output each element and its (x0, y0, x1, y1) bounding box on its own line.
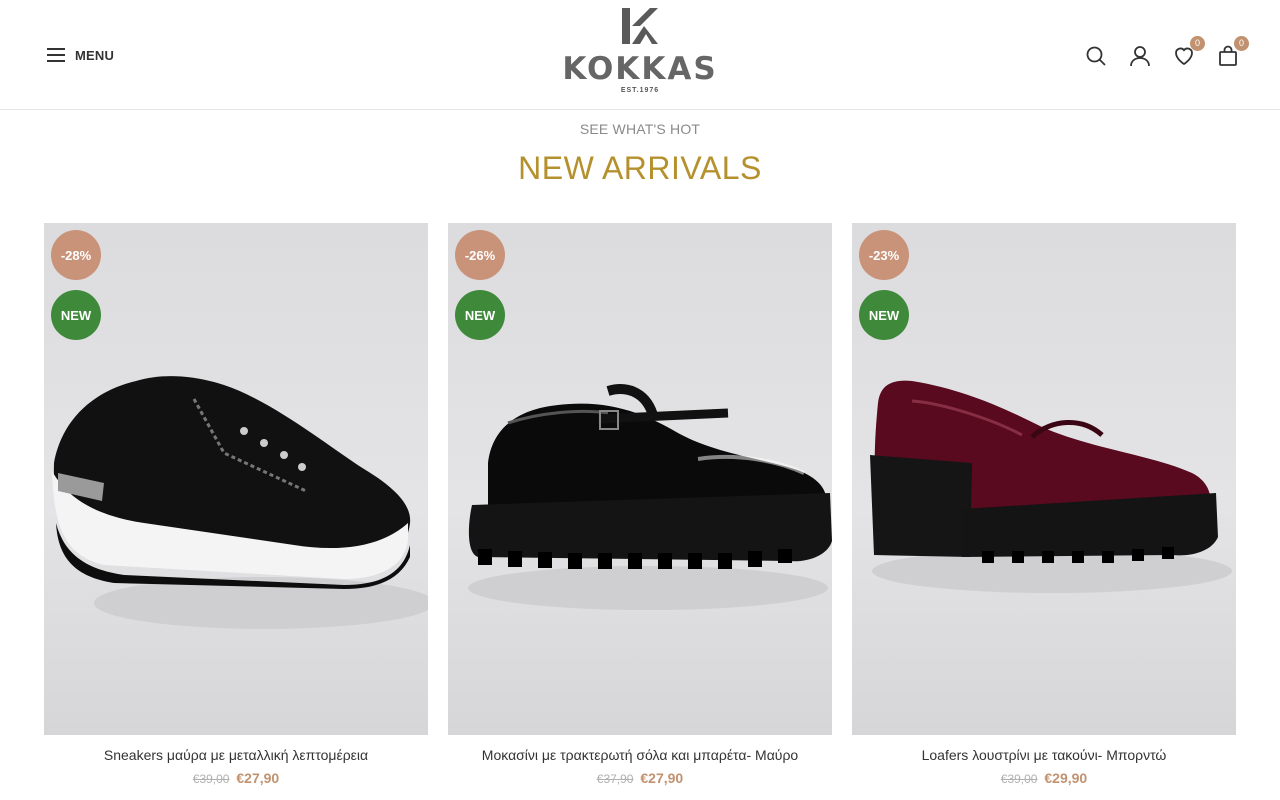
search-icon[interactable] (1084, 44, 1108, 68)
product-image[interactable]: -23% NEW (852, 223, 1236, 735)
product-title[interactable]: Loafers λουστρίνι με τακούνι- Μπορντώ (852, 745, 1236, 765)
site-header: MENU KOKKAS EST.1976 0 0 (0, 0, 1280, 110)
user-icon[interactable] (1128, 44, 1152, 68)
sneaker-image (52, 376, 428, 629)
wishlist-count-badge: 0 (1190, 36, 1205, 51)
old-price: €37,90 (596, 772, 634, 786)
menu-label: MENU (75, 47, 115, 63)
menu-button[interactable]: MENU (47, 44, 114, 66)
product-image[interactable]: -28% NEW (44, 223, 428, 735)
product-price: €39,00 €27,90 (44, 768, 428, 789)
product-image[interactable]: -26% NEW (448, 223, 832, 735)
old-price: €39,00 (1000, 772, 1038, 786)
product-card: -26% NEW Μοκασίνι με τρακτερωτή σόλα και… (448, 223, 832, 789)
logo-k-icon (622, 8, 658, 44)
current-price: €29,90 (1044, 770, 1088, 786)
logo-established: EST.1976 (620, 87, 660, 94)
discount-badge: -26% (455, 230, 505, 280)
hamburger-icon (47, 48, 65, 62)
old-price: €39,00 (192, 772, 230, 786)
loafer-image (870, 380, 1232, 593)
product-title[interactable]: Μοκασίνι με τρακτερωτή σόλα και μπαρέτα-… (448, 745, 832, 765)
wishlist-heart-icon[interactable]: 0 (1172, 36, 1205, 68)
current-price: €27,90 (640, 770, 684, 786)
header-actions: 0 0 (1084, 36, 1249, 74)
current-price: €27,90 (236, 770, 280, 786)
product-price: €37,90 €27,90 (448, 768, 832, 789)
cart-count-badge: 0 (1234, 36, 1249, 51)
cart-bag-icon[interactable]: 0 (1216, 36, 1249, 68)
product-price: €39,00 €29,90 (852, 768, 1236, 789)
logo-wordmark: KOKKAS (562, 51, 718, 87)
new-badge: NEW (859, 290, 909, 340)
mary-jane-shoe-image (468, 384, 832, 610)
discount-badge: -28% (51, 230, 101, 280)
product-title[interactable]: Sneakers μαύρα με μεταλλική λεπτομέρεια (44, 745, 428, 765)
product-card: -23% NEW Loafers λουστρίνι με τακούνι- Μ… (852, 223, 1236, 789)
section-subtitle: SEE WHAT'S HOT (579, 121, 701, 137)
product-card: -28% NEW Sneakers μαύρα με μεταλλική λεπ… (44, 223, 428, 789)
new-badge: NEW (51, 290, 101, 340)
section-title: NEW ARRIVALS (518, 150, 762, 186)
new-badge: NEW (455, 290, 505, 340)
site-logo[interactable]: KOKKAS EST.1976 (555, 6, 725, 104)
discount-badge: -23% (859, 230, 909, 280)
product-grid: -28% NEW Sneakers μαύρα με μεταλλική λεπ… (44, 223, 1236, 800)
